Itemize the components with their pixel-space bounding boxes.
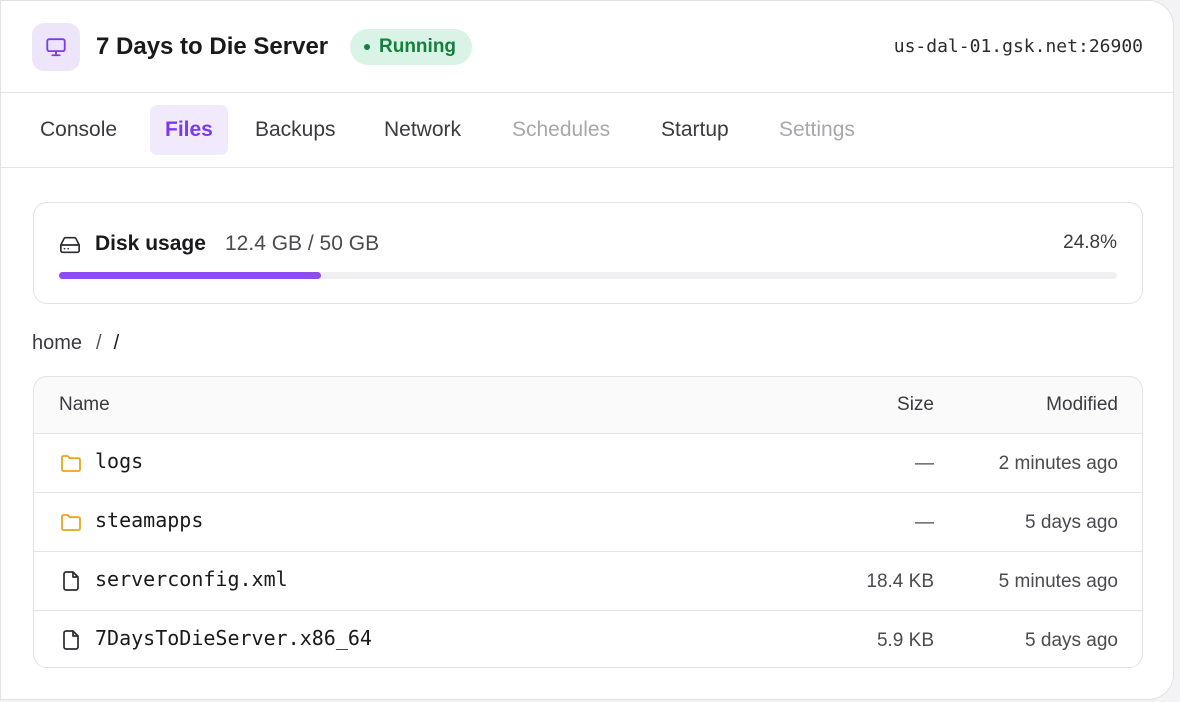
tab-console[interactable]: Console	[25, 105, 132, 155]
server-address[interactable]: us-dal-01.gsk.net:26900	[894, 35, 1143, 59]
breadcrumb-separator: /	[96, 332, 102, 354]
file-icon	[63, 630, 79, 650]
tab-files[interactable]: Files	[150, 105, 228, 155]
file-size: 18.4 KB	[866, 571, 934, 592]
server-title: 7 Days to Die Server	[96, 33, 329, 60]
tab-network[interactable]: Network	[369, 105, 476, 155]
tab-startup[interactable]: Startup	[646, 105, 744, 155]
file-modified: 5 minutes ago	[998, 571, 1118, 592]
file-modified: 5 days ago	[1025, 512, 1118, 533]
disk-usage-card: Disk usage 12.4 GB / 50 GB 24.8%	[33, 202, 1143, 304]
tab-settings: Settings	[779, 118, 855, 141]
breadcrumb-current: /	[113, 332, 120, 354]
monitor-icon	[46, 38, 66, 57]
column-header-size[interactable]: Size	[897, 394, 934, 416]
status-dot-icon	[364, 44, 370, 50]
file-icon	[63, 571, 79, 591]
folder-icon	[61, 455, 81, 472]
tab-bar: Console Files Backups Network Schedules …	[1, 93, 1173, 168]
table-row[interactable]: 7DaysToDieServer.x86_64 5.9 KB 5 days ag…	[34, 611, 1142, 667]
status-badge: Running	[350, 29, 473, 65]
table-row[interactable]: serverconfig.xml 18.4 KB 5 minutes ago	[34, 552, 1142, 611]
column-header-name[interactable]: Name	[59, 394, 110, 416]
column-header-modified[interactable]: Modified	[1046, 394, 1118, 416]
table-row[interactable]: steamapps — 5 days ago	[34, 493, 1142, 552]
tab-schedules: Schedules	[512, 118, 611, 141]
folder-icon	[61, 514, 81, 531]
file-size: —	[915, 512, 934, 533]
server-window: 7 Days to Die Server Running us-dal-01.g…	[0, 0, 1174, 700]
file-name[interactable]: logs	[95, 449, 143, 473]
tab-backups[interactable]: Backups	[240, 105, 351, 155]
file-name[interactable]: steamapps	[95, 508, 203, 532]
file-name[interactable]: 7DaysToDieServer.x86_64	[95, 626, 372, 650]
table-row[interactable]: logs — 2 minutes ago	[34, 434, 1142, 493]
server-header: 7 Days to Die Server Running us-dal-01.g…	[1, 1, 1173, 93]
disk-usage-label: Disk usage	[95, 232, 206, 255]
file-table: Name Size Modified logs — 2 minutes ago …	[33, 376, 1143, 668]
file-size: —	[915, 453, 934, 474]
disk-usage-progress-fill	[59, 272, 322, 279]
file-name[interactable]: serverconfig.xml	[95, 567, 288, 591]
disk-usage-amount: 12.4 GB / 50 GB	[225, 232, 380, 255]
hard-drive-icon	[60, 236, 80, 254]
server-icon-badge	[32, 23, 80, 71]
status-label: Running	[379, 36, 457, 57]
file-modified: 2 minutes ago	[998, 453, 1118, 474]
file-table-header: Name Size Modified	[34, 377, 1142, 434]
breadcrumb-home[interactable]: home	[32, 332, 82, 355]
breadcrumb: home / /	[32, 332, 119, 355]
file-size: 5.9 KB	[876, 630, 934, 651]
disk-usage-percent: 24.8%	[1063, 232, 1117, 253]
disk-usage-progress	[59, 272, 1117, 279]
file-modified: 5 days ago	[1025, 630, 1118, 651]
